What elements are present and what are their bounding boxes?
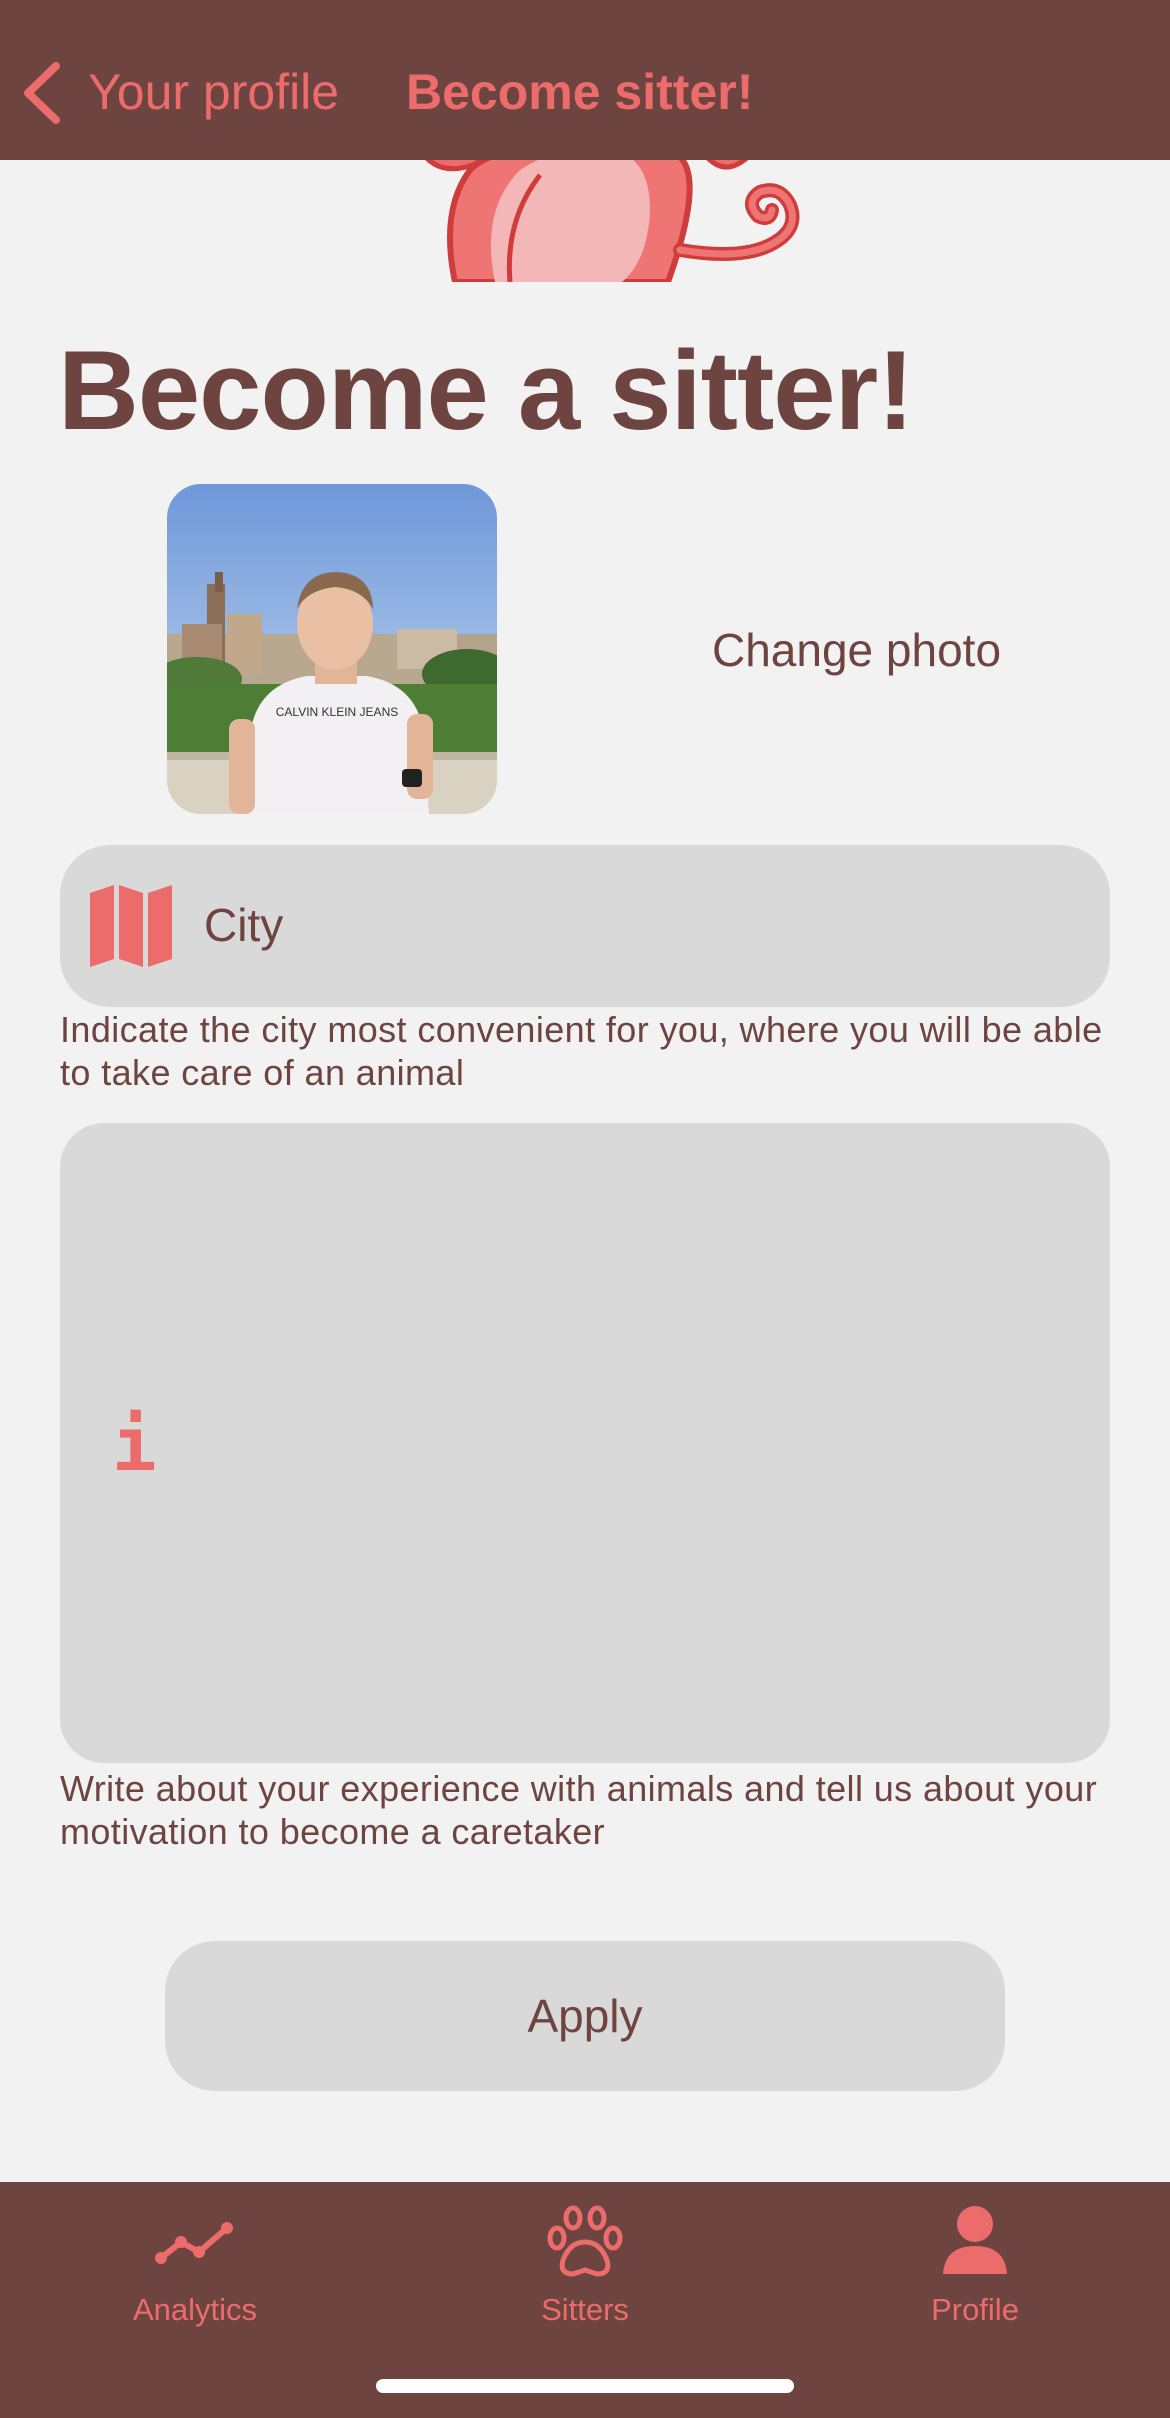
tab-analytics-label: Analytics — [132, 2292, 258, 2327]
header-title: Become sitter! — [406, 64, 754, 120]
tab-analytics[interactable]: Analytics — [0, 2182, 390, 2382]
shirt-text: CALVIN KLEIN JEANS — [276, 705, 398, 719]
profile-photo[interactable]: CALVIN KLEIN JEANS — [167, 484, 497, 814]
city-input-value: City — [204, 899, 284, 951]
analytics-icon — [155, 2222, 233, 2264]
map-icon — [90, 885, 172, 967]
person-icon — [943, 2206, 1007, 2274]
paw-icon — [547, 2205, 623, 2277]
back-button[interactable]: Your profile — [88, 62, 339, 122]
city-hint: Indicate the city most convenient for yo… — [60, 1009, 1103, 1093]
home-indicator — [376, 2379, 794, 2393]
info-icon: i — [112, 1402, 157, 1488]
nav-header: Your profile Become sitter! — [0, 0, 1170, 160]
tab-profile[interactable]: Profile — [780, 2182, 1170, 2382]
tab-profile-label: Profile — [931, 2292, 1019, 2327]
tab-sitters-label: Sitters — [541, 2292, 629, 2327]
experience-textarea[interactable]: i — [60, 1123, 1110, 1763]
chevron-left-icon[interactable] — [20, 60, 64, 126]
apply-button[interactable]: Apply — [165, 1941, 1005, 2091]
tab-sitters[interactable]: Sitters — [390, 2182, 780, 2382]
experience-hint: Write about your experience with animals… — [60, 1768, 1098, 1852]
pig-mascot-illustration — [416, 150, 800, 282]
page-title: Become a sitter! — [58, 328, 914, 453]
change-photo-button[interactable]: Change photo — [712, 620, 1001, 680]
city-input[interactable]: City — [60, 845, 1110, 1007]
apply-button-label: Apply — [527, 1990, 643, 2042]
